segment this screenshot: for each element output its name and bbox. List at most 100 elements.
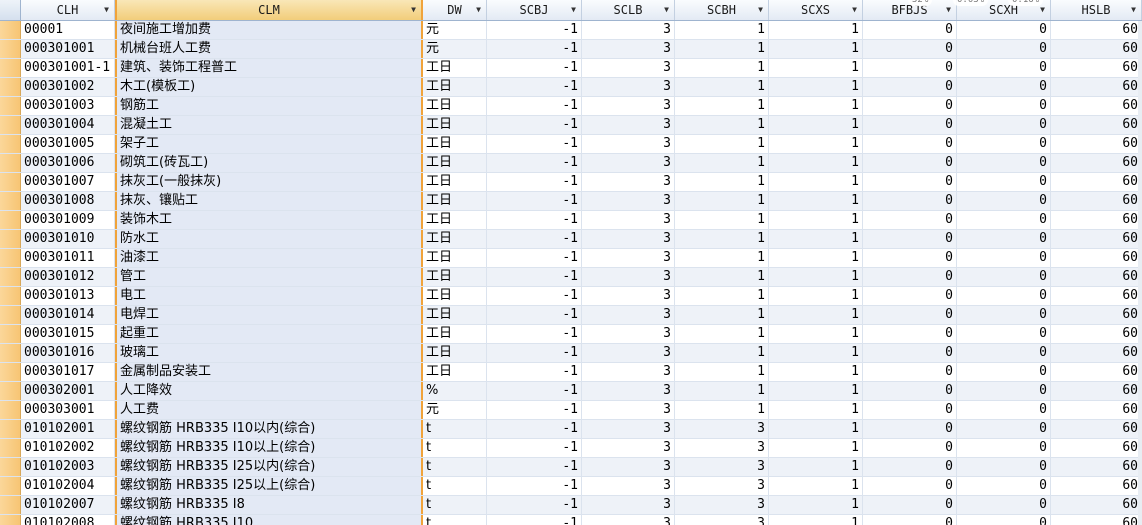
cell-clm[interactable]: 螺纹钢筋 HRB335 Ⅰ8: [115, 496, 423, 514]
cell-dw[interactable]: t: [423, 439, 487, 457]
cell-hslb[interactable]: 60: [1051, 439, 1142, 457]
cell-scxs[interactable]: 1: [769, 382, 863, 400]
row-selector[interactable]: [0, 420, 21, 438]
cell-scxs[interactable]: 1: [769, 325, 863, 343]
cell-hslb[interactable]: 60: [1051, 21, 1142, 39]
cell-scxh[interactable]: 0: [957, 439, 1051, 457]
cell-scxs[interactable]: 1: [769, 515, 863, 525]
filter-dropdown-icon[interactable]: ▼: [946, 0, 951, 20]
cell-clh[interactable]: 000301009: [21, 211, 115, 229]
table-row[interactable]: 000301016 玻璃工 工日 -1 3 1 1 0 0 60: [0, 344, 1142, 363]
cell-dw[interactable]: 工日: [423, 59, 487, 77]
cell-scxh[interactable]: 0: [957, 363, 1051, 381]
cell-scxh[interactable]: 0: [957, 154, 1051, 172]
cell-scxs[interactable]: 1: [769, 344, 863, 362]
filter-dropdown-icon[interactable]: ▼: [476, 0, 481, 20]
cell-clm[interactable]: 抹灰、镶贴工: [115, 192, 423, 210]
row-selector[interactable]: [0, 116, 21, 134]
cell-clh[interactable]: 000301005: [21, 135, 115, 153]
cell-sclb[interactable]: 3: [582, 249, 675, 267]
cell-scxs[interactable]: 1: [769, 21, 863, 39]
row-selector[interactable]: [0, 268, 21, 286]
cell-clh[interactable]: 000301003: [21, 97, 115, 115]
table-row[interactable]: 000301005 架子工 工日 -1 3 1 1 0 0 60: [0, 135, 1142, 154]
column-header-hslb[interactable]: HSLB ▼: [1051, 0, 1142, 20]
table-row[interactable]: 000301008 抹灰、镶贴工 工日 -1 3 1 1 0 0 60: [0, 192, 1142, 211]
cell-scbj[interactable]: -1: [487, 325, 582, 343]
cell-dw[interactable]: 工日: [423, 287, 487, 305]
cell-clm[interactable]: 装饰木工: [115, 211, 423, 229]
cell-clh[interactable]: 000301007: [21, 173, 115, 191]
cell-hslb[interactable]: 60: [1051, 515, 1142, 525]
cell-bfbjs[interactable]: 0: [863, 477, 957, 495]
cell-scxs[interactable]: 1: [769, 249, 863, 267]
cell-clm[interactable]: 防水工: [115, 230, 423, 248]
cell-scbj[interactable]: -1: [487, 59, 582, 77]
cell-scxh[interactable]: 0: [957, 382, 1051, 400]
row-selector[interactable]: [0, 382, 21, 400]
table-row[interactable]: 000303001 人工费元 -1 3 1 1 0 0 60: [0, 401, 1142, 420]
cell-hslb[interactable]: 60: [1051, 477, 1142, 495]
table-row[interactable]: 00001 夜间施工增加费元 -1 3 1 1 0 0 60: [0, 21, 1142, 40]
cell-scbh[interactable]: 1: [675, 363, 769, 381]
cell-scbh[interactable]: 1: [675, 249, 769, 267]
cell-dw[interactable]: %: [423, 382, 487, 400]
cell-hslb[interactable]: 60: [1051, 78, 1142, 96]
cell-clm[interactable]: 电焊工: [115, 306, 423, 324]
cell-scxh[interactable]: 0: [957, 306, 1051, 324]
cell-bfbjs[interactable]: 0: [863, 496, 957, 514]
row-selector[interactable]: [0, 173, 21, 191]
cell-clm[interactable]: 混凝土工: [115, 116, 423, 134]
cell-clh[interactable]: 000301001: [21, 40, 115, 58]
cell-clm[interactable]: 螺纹钢筋 HRB335 Ⅰ10以内(综合): [115, 420, 423, 438]
cell-scxh[interactable]: 0: [957, 268, 1051, 286]
cell-scbj[interactable]: -1: [487, 401, 582, 419]
cell-scxs[interactable]: 1: [769, 268, 863, 286]
cell-hslb[interactable]: 60: [1051, 344, 1142, 362]
table-row[interactable]: 000301011 油漆工 工日 -1 3 1 1 0 0 60: [0, 249, 1142, 268]
cell-sclb[interactable]: 3: [582, 21, 675, 39]
cell-scxh[interactable]: 0: [957, 135, 1051, 153]
cell-sclb[interactable]: 3: [582, 325, 675, 343]
table-row[interactable]: 000301014 电焊工 工日 -1 3 1 1 0 0 60: [0, 306, 1142, 325]
cell-scbj[interactable]: -1: [487, 135, 582, 153]
cell-scbh[interactable]: 1: [675, 382, 769, 400]
cell-scxh[interactable]: 0: [957, 40, 1051, 58]
cell-clm[interactable]: 架子工: [115, 135, 423, 153]
row-selector[interactable]: [0, 477, 21, 495]
cell-hslb[interactable]: 60: [1051, 97, 1142, 115]
cell-scxh[interactable]: 0: [957, 211, 1051, 229]
cell-scxh[interactable]: 0: [957, 420, 1051, 438]
cell-scbh[interactable]: 1: [675, 40, 769, 58]
filter-dropdown-icon[interactable]: ▼: [664, 0, 669, 20]
table-row[interactable]: 000301010 防水工 工日 -1 3 1 1 0 0 60: [0, 230, 1142, 249]
cell-clh[interactable]: 000301017: [21, 363, 115, 381]
cell-hslb[interactable]: 60: [1051, 192, 1142, 210]
cell-hslb[interactable]: 60: [1051, 154, 1142, 172]
cell-dw[interactable]: 工日: [423, 249, 487, 267]
cell-clm[interactable]: 管工: [115, 268, 423, 286]
cell-scxh[interactable]: 0: [957, 97, 1051, 115]
cell-bfbjs[interactable]: 0: [863, 40, 957, 58]
cell-scxh[interactable]: 0: [957, 249, 1051, 267]
cell-hslb[interactable]: 60: [1051, 230, 1142, 248]
cell-bfbjs[interactable]: 0: [863, 211, 957, 229]
cell-scxs[interactable]: 1: [769, 420, 863, 438]
cell-scbh[interactable]: 3: [675, 515, 769, 525]
cell-scxh[interactable]: 0: [957, 515, 1051, 525]
cell-clh[interactable]: 00001: [21, 21, 115, 39]
cell-scbj[interactable]: -1: [487, 515, 582, 525]
row-selector[interactable]: [0, 40, 21, 58]
cell-clm[interactable]: 钢筋工: [115, 97, 423, 115]
cell-scbj[interactable]: -1: [487, 363, 582, 381]
cell-hslb[interactable]: 60: [1051, 420, 1142, 438]
cell-sclb[interactable]: 3: [582, 363, 675, 381]
cell-scxs[interactable]: 1: [769, 477, 863, 495]
row-selector[interactable]: [0, 211, 21, 229]
cell-scbj[interactable]: -1: [487, 458, 582, 476]
cell-dw[interactable]: 元: [423, 21, 487, 39]
cell-scxh[interactable]: 0: [957, 287, 1051, 305]
cell-scbj[interactable]: -1: [487, 230, 582, 248]
column-header-scxh[interactable]: SCXH ▼: [957, 0, 1051, 20]
cell-scbj[interactable]: -1: [487, 97, 582, 115]
